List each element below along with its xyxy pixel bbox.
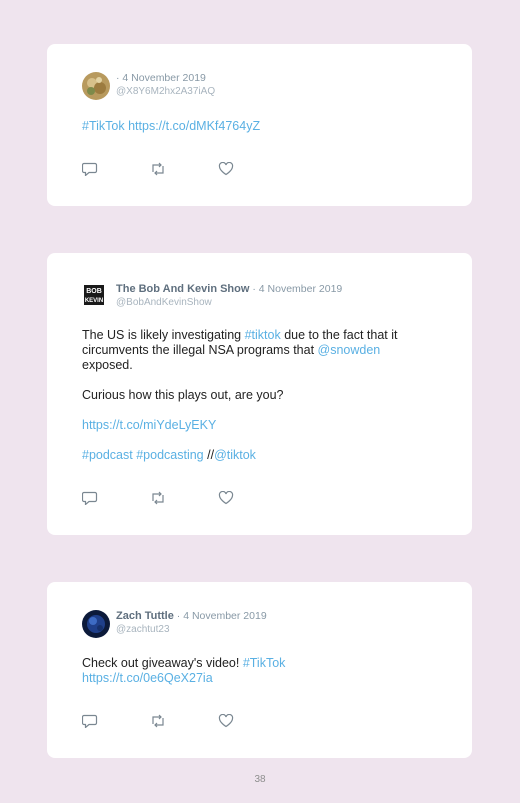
tweet-date[interactable]: 4 November 2019 (183, 610, 266, 622)
text-segment: Check out giveaway's video! (82, 656, 243, 670)
display-name[interactable]: The Bob And Kevin Show (116, 283, 249, 295)
user-handle[interactable]: @BobAndKevinShow (116, 296, 342, 309)
text-segment: // (203, 448, 215, 462)
user-handle[interactable]: @X8Y6M2hx2A37iAQ (116, 85, 215, 98)
hashtag-link[interactable]: #TikTok (82, 119, 125, 133)
mention-link[interactable]: @snowden (318, 343, 381, 357)
meta-separator: · (116, 72, 120, 84)
hashtag-link[interactable]: #tiktok (245, 328, 281, 342)
avatar[interactable] (82, 610, 110, 638)
like-icon[interactable] (218, 714, 234, 728)
mention-link[interactable]: @tiktok (214, 448, 256, 462)
text-segment: exposed. (82, 358, 133, 372)
meta-separator: · (252, 283, 256, 295)
tweet-actions (82, 491, 242, 505)
user-handle[interactable]: @zachtut23 (116, 623, 267, 636)
retweet-icon[interactable] (150, 162, 166, 176)
like-icon[interactable] (218, 162, 234, 176)
tweet-text: #TikTok https://t.co/dMKf4764yZ (82, 119, 432, 134)
meta-separator: · (176, 610, 181, 622)
retweet-icon[interactable] (150, 491, 166, 505)
tweet-date[interactable]: 4 November 2019 (259, 283, 342, 295)
tweet-paragraph: The US is likely investigating #tiktok d… (82, 328, 432, 373)
avatar[interactable]: BOB KEVIN (82, 283, 106, 307)
tweet-paragraph: Curious how this plays out, are you? (82, 388, 284, 402)
tweet-date[interactable]: 4 November 2019 (122, 72, 205, 84)
like-icon[interactable] (218, 491, 234, 505)
hashtag-link[interactable]: #TikTok (243, 656, 286, 670)
tweet-card: · 4 November 2019 @X8Y6M2hx2A37iAQ #TikT… (47, 44, 472, 206)
tweet-card: BOB KEVIN The Bob And Kevin Show · 4 Nov… (47, 253, 472, 535)
tweet-meta: · 4 November 2019 @X8Y6M2hx2A37iAQ (116, 72, 215, 98)
page-number: 38 (254, 774, 266, 785)
avatar[interactable] (82, 72, 110, 100)
svg-text:KEVIN: KEVIN (85, 298, 103, 304)
tweet-card: Zach Tuttle · 4 November 2019 @zachtut23… (47, 582, 472, 758)
tweet-actions (82, 714, 242, 728)
tweet-text: The US is likely investigating #tiktok d… (82, 328, 432, 463)
tweet-meta: The Bob And Kevin Show · 4 November 2019… (116, 283, 342, 309)
text-segment: The US is likely investigating (82, 328, 245, 342)
tweet-paragraph: #podcast #podcasting //@tiktok (82, 448, 432, 463)
tweet-meta: Zach Tuttle · 4 November 2019 @zachtut23 (116, 610, 267, 636)
tweet-actions (82, 162, 242, 176)
hashtag-link[interactable]: #podcast (82, 448, 133, 462)
tweet-text: Check out giveaway's video! #TikTok https… (82, 656, 432, 686)
url-link[interactable]: https://t.co/miYdeLyEKY (82, 418, 216, 432)
display-name[interactable]: Zach Tuttle (116, 610, 174, 622)
svg-text:BOB: BOB (86, 288, 102, 295)
reply-icon[interactable] (82, 491, 98, 505)
retweet-icon[interactable] (150, 714, 166, 728)
reply-icon[interactable] (82, 162, 98, 176)
url-link[interactable]: https://t.co/dMKf4764yZ (128, 119, 260, 133)
reply-icon[interactable] (82, 714, 98, 728)
url-link[interactable]: https://t.co/0e6QeX27ia (82, 671, 213, 685)
hashtag-link[interactable]: #podcasting (136, 448, 203, 462)
